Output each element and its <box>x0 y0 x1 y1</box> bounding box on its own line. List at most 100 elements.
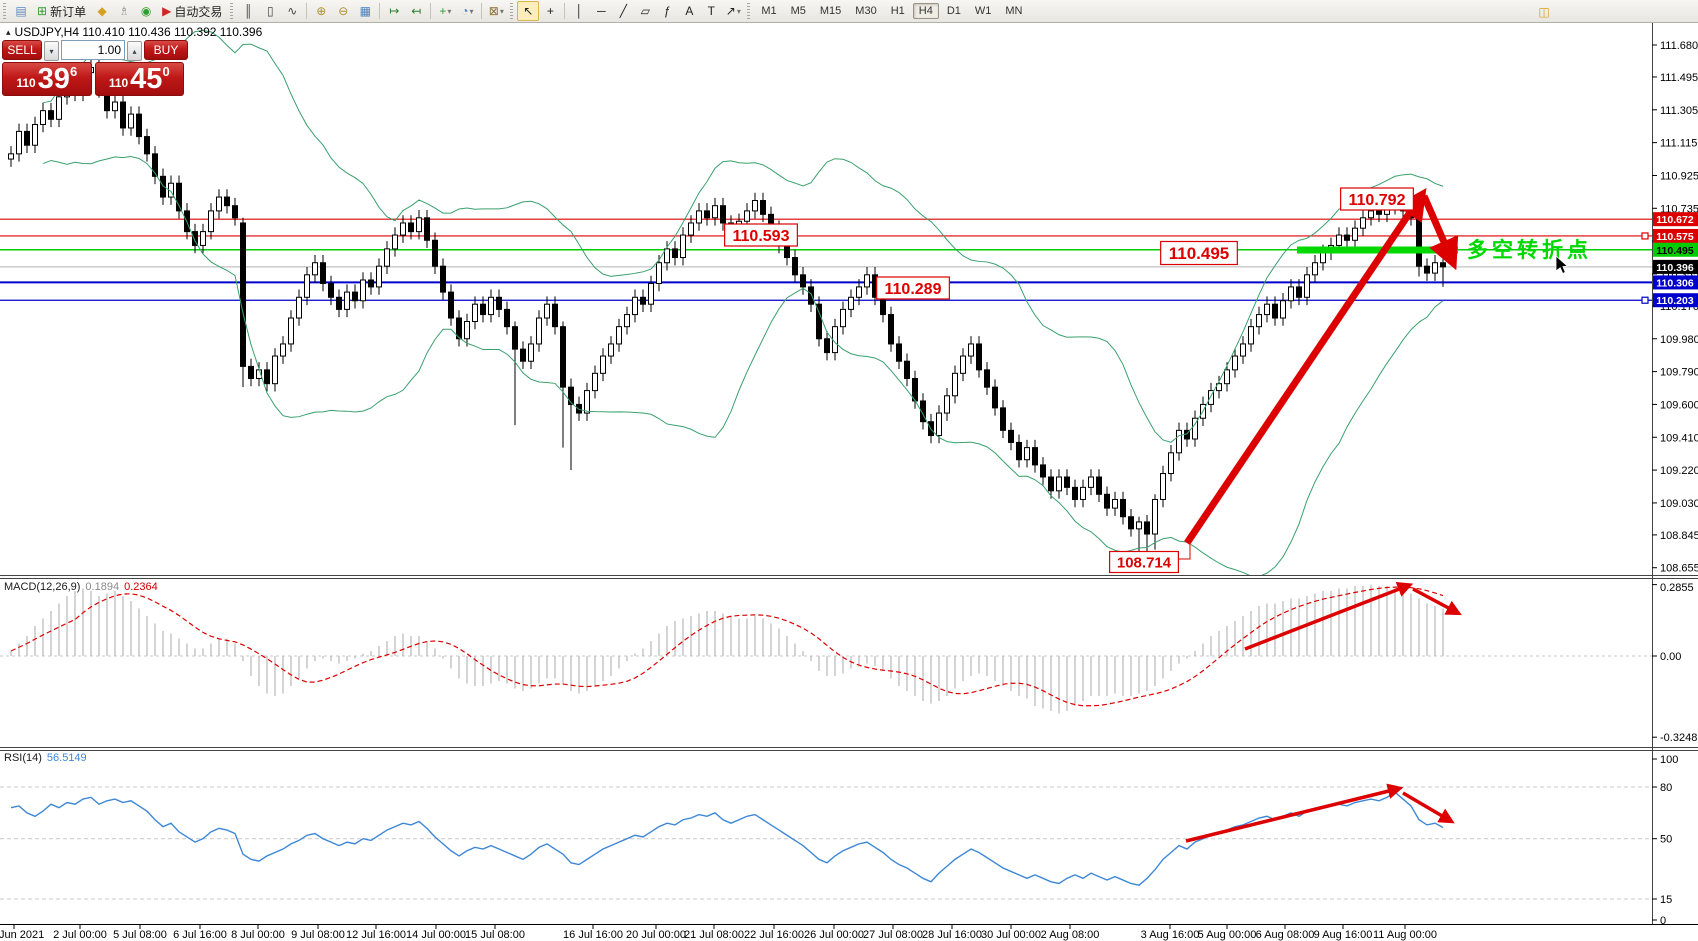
indicators-dropdown[interactable]: ▾ <box>447 7 451 16</box>
candle-up <box>377 266 382 287</box>
chart-title: ▴ USDJPY,H4 110.410 110.436 110.392 110.… <box>6 25 262 39</box>
timeframe-h1[interactable]: H1 <box>885 3 911 19</box>
candle-down <box>721 206 726 223</box>
arrows-tool-icon[interactable]: ↗▾ <box>722 1 744 21</box>
price-annotation-label[interactable]: 108.714 <box>1110 552 1179 573</box>
candle-down <box>1065 477 1070 487</box>
expert-advisors-icon[interactable]: ♗ <box>113 1 135 21</box>
candle-down <box>1345 235 1350 240</box>
new-order-button[interactable]: ⊞新订单 <box>32 2 91 20</box>
candle-up <box>401 223 406 235</box>
fibonacci-icon[interactable]: ƒ <box>656 1 678 21</box>
candle-down <box>329 283 334 297</box>
candle-down <box>1425 266 1430 273</box>
periods-icon[interactable]: ◔▾ <box>456 1 478 21</box>
tile-windows-icon[interactable]: ▦ <box>354 1 376 21</box>
candle-down <box>513 327 518 349</box>
candle-down <box>993 387 998 408</box>
candle-down <box>553 304 558 326</box>
crosshair-icon[interactable]: + <box>539 1 561 21</box>
charts-icon[interactable]: ▤ <box>10 1 32 21</box>
buy-price-big: 45 <box>130 68 162 92</box>
candle-down <box>241 223 246 366</box>
toolbar-grip[interactable] <box>3 3 6 19</box>
volume-increase-button[interactable]: ▴ <box>127 41 142 61</box>
price-tick-label: 111.305 <box>1660 105 1698 117</box>
line-handle[interactable] <box>1642 233 1648 239</box>
timeframe-w1[interactable]: W1 <box>969 3 998 19</box>
zoom-in-icon[interactable]: ⊕ <box>310 1 332 21</box>
timeframe-d1[interactable]: D1 <box>941 3 967 19</box>
price-annotation-label[interactable]: 110.792 <box>1341 188 1414 210</box>
time-tick-label: 6 Jul 16:00 <box>173 929 227 941</box>
volume-decrease-button[interactable]: ▾ <box>44 41 59 61</box>
timeframe-m5[interactable]: M5 <box>785 3 812 19</box>
price-annotation-label[interactable]: 110.289 <box>877 277 950 299</box>
layout-icon[interactable]: ◫ <box>1533 2 1555 22</box>
buy-price[interactable]: 110450 <box>95 62 185 96</box>
candle-down <box>881 297 886 314</box>
channel-icon[interactable]: ▱ <box>634 1 656 21</box>
sell-price[interactable]: 110396 <box>2 62 92 96</box>
timeframe-m15[interactable]: M15 <box>814 3 847 19</box>
candle-up <box>857 287 862 297</box>
templates-dropdown[interactable]: ▾ <box>500 7 504 16</box>
indicators-icon[interactable]: +▾ <box>434 1 456 21</box>
candle-down <box>569 387 574 404</box>
bar-chart-icon[interactable]: ║ <box>237 1 259 21</box>
periods-dropdown[interactable]: ▾ <box>469 7 473 16</box>
rsi-tick-label: 80 <box>1660 782 1672 794</box>
horizontal-line-icon[interactable]: ─ <box>590 1 612 21</box>
candlestick-chart-icon[interactable]: ▯ <box>259 1 281 21</box>
price-annotation-label[interactable]: 110.495 <box>1161 242 1238 265</box>
candle-down <box>137 114 142 136</box>
timeframe-h4[interactable]: H4 <box>913 3 939 19</box>
auto-scroll-icon[interactable]: ↦ <box>383 1 405 21</box>
line-handle[interactable] <box>1642 297 1648 303</box>
new-order-icon: ⊞ <box>37 4 47 18</box>
templates-icon[interactable]: ⊠▾ <box>485 1 507 21</box>
candle-up <box>297 297 302 318</box>
price-tick-label: 110.925 <box>1660 170 1698 182</box>
turning-point-bar[interactable] <box>1297 247 1458 254</box>
news-icon[interactable]: ◉ <box>135 1 157 21</box>
sell-price-sup: 6 <box>70 64 77 79</box>
trendline-icon[interactable]: ╱ <box>612 1 634 21</box>
line-chart-icon[interactable]: ∿ <box>281 1 303 21</box>
candle-up <box>201 232 206 246</box>
sell-button[interactable]: SELL <box>2 40 42 60</box>
price-tick-label: 109.220 <box>1660 465 1698 477</box>
chart-canvas[interactable]: 110.792110.593110.495110.289108.714多空转折点… <box>0 0 1698 941</box>
time-tick-label: 20 Jul 00:00 <box>626 929 686 941</box>
candle-down <box>353 292 358 301</box>
auto-trading-button[interactable]: ▶自动交易 <box>157 2 227 20</box>
text-tool-icon[interactable]: A <box>678 1 700 21</box>
history-center-icon[interactable]: ◆ <box>91 1 113 21</box>
candle-up <box>1257 315 1262 327</box>
candle-down <box>1417 218 1422 266</box>
timeframe-m30[interactable]: M30 <box>849 3 882 19</box>
candle-up <box>745 211 750 221</box>
toolbar-grip[interactable] <box>230 3 233 19</box>
vertical-line-icon[interactable]: │ <box>568 1 590 21</box>
candle-up <box>1161 474 1166 500</box>
zoom-out-icon[interactable]: ⊖ <box>332 1 354 21</box>
arrows-tool-dropdown[interactable]: ▾ <box>737 7 741 16</box>
price-annotation-label[interactable]: 110.593 <box>725 224 798 246</box>
label-tool-icon[interactable]: T <box>700 1 722 21</box>
cursor-icon[interactable]: ↖ <box>517 1 539 21</box>
chart-shift-icon[interactable]: ↤ <box>405 1 427 21</box>
price-tag-110.495: 110.495 <box>1653 243 1698 257</box>
price-tag-text: 110.672 <box>1656 214 1694 226</box>
toolbar-grip[interactable] <box>510 3 513 19</box>
candle-down <box>225 197 230 206</box>
candle-down <box>785 245 790 257</box>
timeframe-m1[interactable]: M1 <box>755 3 782 19</box>
candle-up <box>1225 370 1230 384</box>
timeframe-mn[interactable]: MN <box>999 3 1028 19</box>
buy-button[interactable]: BUY <box>144 40 188 60</box>
volume-input[interactable] <box>61 40 125 60</box>
candle-down <box>497 297 502 309</box>
toolbar-grip[interactable] <box>747 3 750 19</box>
candle-up <box>1265 304 1270 314</box>
